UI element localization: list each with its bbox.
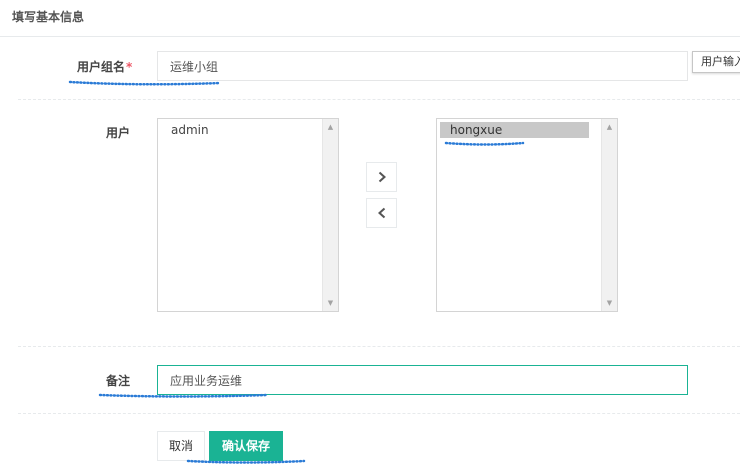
- section-title: 填写基本信息: [12, 10, 85, 24]
- chevron-right-icon: [378, 171, 386, 183]
- selected-users-items: hongxue: [437, 119, 601, 311]
- scroll-up-icon[interactable]: ▲: [323, 122, 338, 132]
- required-mark: *: [126, 60, 133, 74]
- scroll-down-icon[interactable]: ▼: [602, 298, 617, 308]
- selected-users-scrollbar[interactable]: ▲ ▼: [601, 119, 617, 311]
- row-divider: [18, 413, 740, 414]
- remark-label: 备注: [106, 374, 131, 388]
- scroll-down-icon[interactable]: ▼: [323, 298, 338, 308]
- row-divider: [18, 99, 740, 100]
- available-users-scrollbar[interactable]: ▲ ▼: [322, 119, 338, 311]
- move-right-button[interactable]: [366, 162, 397, 192]
- available-users-items: admin: [158, 119, 322, 311]
- move-left-button[interactable]: [366, 198, 397, 228]
- group-name-label-text: 用户组名: [77, 60, 126, 74]
- group-name-label: 用户组名*: [77, 58, 132, 75]
- available-users-list[interactable]: admin ▲ ▼: [157, 118, 339, 312]
- selected-users-list[interactable]: hongxue ▲ ▼: [436, 118, 618, 312]
- group-name-input[interactable]: [157, 51, 688, 81]
- annotation-underline-save: [186, 459, 306, 464]
- title-divider: [0, 36, 740, 37]
- users-label: 用户: [106, 126, 131, 140]
- list-item[interactable]: hongxue: [440, 122, 589, 138]
- remark-input[interactable]: [157, 365, 688, 395]
- row-divider: [18, 346, 740, 347]
- group-name-tooltip: 用户输入: [692, 51, 740, 73]
- annotation-underline-group-name: [68, 80, 222, 86]
- cancel-button[interactable]: 取消: [157, 431, 205, 461]
- confirm-save-button[interactable]: 确认保存: [209, 431, 283, 461]
- chevron-left-icon: [378, 207, 386, 219]
- list-item[interactable]: admin: [161, 122, 322, 138]
- annotation-underline-remark: [98, 393, 269, 398]
- scroll-up-icon[interactable]: ▲: [602, 122, 617, 132]
